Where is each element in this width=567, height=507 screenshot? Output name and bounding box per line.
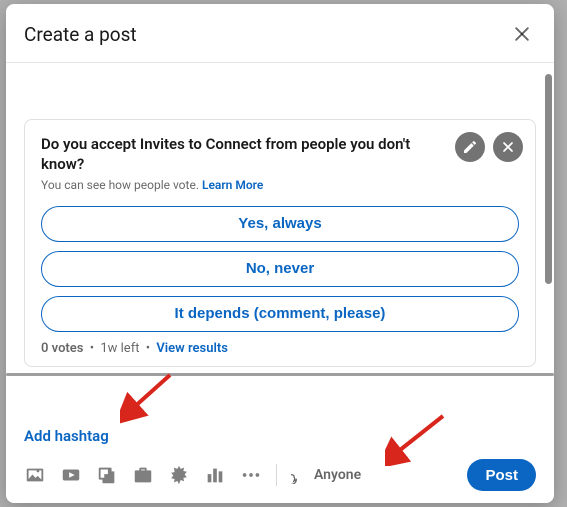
more-tools-button[interactable] (240, 464, 262, 486)
scrollbar-thumb[interactable] (545, 74, 552, 284)
poll-subtext: You can see how people vote. (41, 178, 199, 192)
post-visibility-button[interactable]: Anyone (291, 467, 361, 484)
briefcase-icon (132, 464, 154, 486)
video-icon (60, 464, 82, 486)
close-icon (500, 139, 516, 155)
separator-dot: • (143, 341, 153, 356)
add-photo-button[interactable] (24, 464, 46, 486)
more-icon (240, 464, 262, 486)
create-post-modal: Create a post Do you a (6, 4, 554, 503)
learn-more-link[interactable]: Learn More (202, 178, 263, 192)
scroll-area-divider (6, 373, 554, 376)
attachment-toolbar (24, 464, 262, 486)
close-icon (512, 24, 532, 44)
starburst-icon (168, 464, 190, 486)
modal-body: Do you accept Invites to Connect from pe… (6, 63, 554, 409)
pencil-icon (462, 139, 478, 155)
poll-option-3[interactable]: It depends (comment, please) (41, 296, 519, 332)
poll-card: Do you accept Invites to Connect from pe… (24, 119, 536, 367)
image-icon (24, 464, 46, 486)
comment-icon (291, 467, 308, 484)
add-hashtag-button[interactable]: Add hashtag (6, 409, 554, 449)
add-document-button[interactable] (96, 464, 118, 486)
modal-title: Create a post (24, 23, 137, 46)
visibility-label: Anyone (314, 467, 361, 483)
poll-subtext-row: You can see how people vote. Learn More (41, 178, 519, 192)
poll-icon (204, 464, 226, 486)
poll-option-2[interactable]: No, never (41, 251, 519, 287)
separator-dot: • (87, 341, 97, 356)
modal-header: Create a post (6, 4, 554, 63)
add-video-button[interactable] (60, 464, 82, 486)
composer-blank-area[interactable] (24, 63, 536, 119)
poll-question: Do you accept Invites to Connect from pe… (41, 134, 519, 175)
poll-stats: 0 votes • 1w left • View results (41, 341, 519, 356)
document-icon (96, 464, 118, 486)
poll-votes: 0 votes (41, 341, 83, 356)
close-button[interactable] (508, 20, 536, 48)
view-results-link[interactable]: View results (156, 341, 228, 356)
create-poll-button[interactable] (204, 464, 226, 486)
post-button[interactable]: Post (467, 459, 536, 491)
toolbar-divider (276, 464, 277, 486)
poll-card-actions (455, 132, 523, 162)
poll-option-1[interactable]: Yes, always (41, 206, 519, 242)
remove-poll-button[interactable] (493, 132, 523, 162)
modal-footer: Anyone Post (6, 449, 554, 503)
poll-time-left: 1w left (100, 341, 139, 356)
edit-poll-button[interactable] (455, 132, 485, 162)
add-job-button[interactable] (132, 464, 154, 486)
celebrate-button[interactable] (168, 464, 190, 486)
